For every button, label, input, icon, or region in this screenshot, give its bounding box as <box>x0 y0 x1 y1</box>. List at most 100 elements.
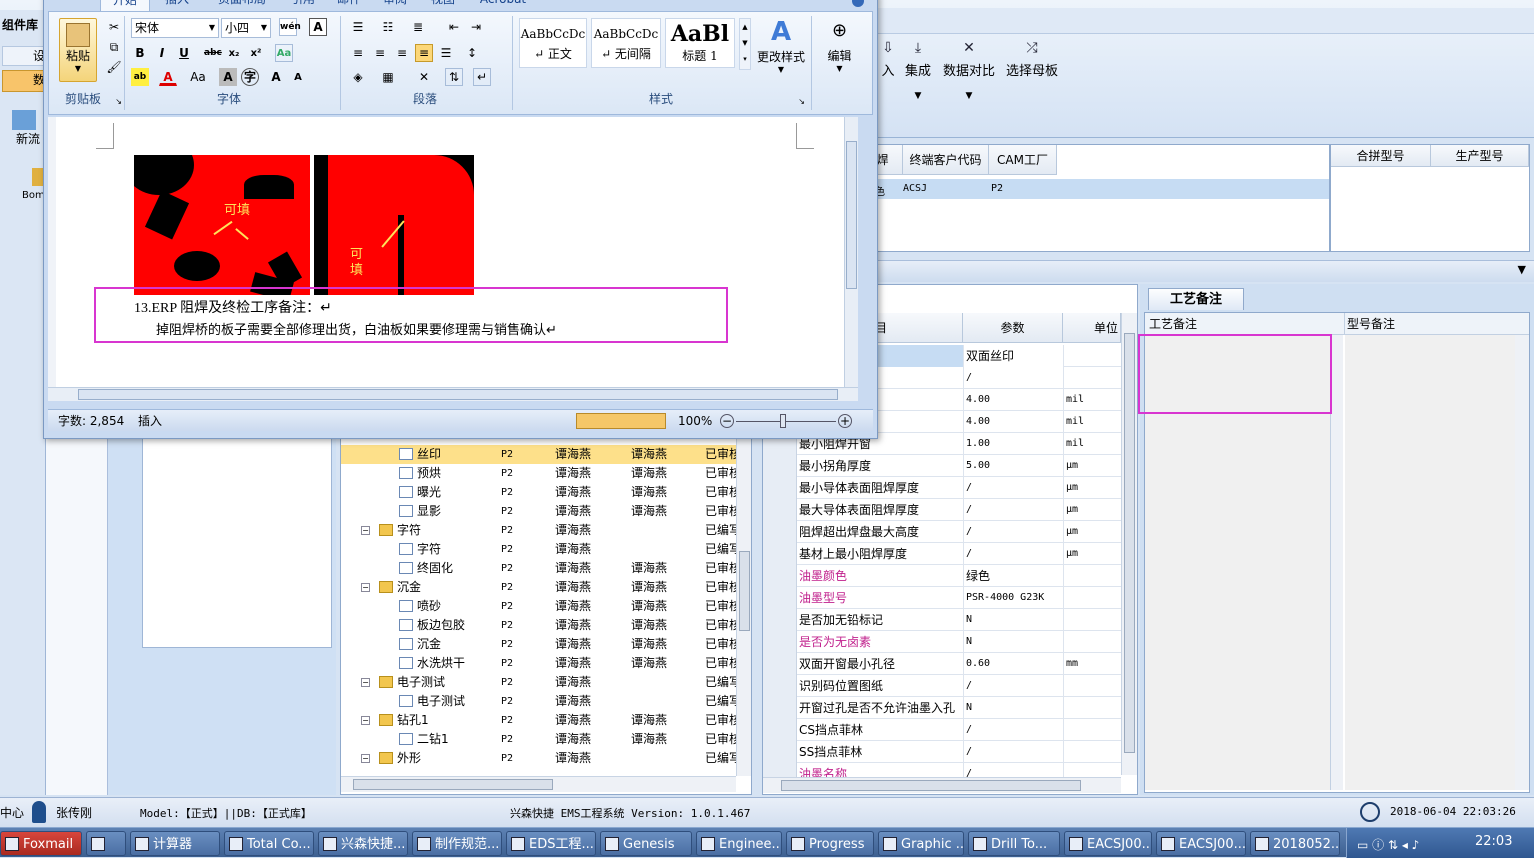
grid-row[interactable]: 色 ACSJ P2 <box>863 179 1329 199</box>
dialog-launcher-icon[interactable]: ↘ <box>798 97 805 106</box>
prop-row[interactable]: 基材上最小阻焊厚度 / μm <box>763 543 1121 565</box>
collapse-toggle-icon[interactable]: − <box>361 716 370 725</box>
increase-indent-icon[interactable]: ⇥ <box>467 18 485 36</box>
select-board-button[interactable]: ⤮ 选择母板 <box>1004 40 1060 79</box>
taskbar-item[interactable]: Genesis <box>600 831 692 856</box>
tab-0[interactable]: 开始 <box>100 0 150 11</box>
underline-icon[interactable]: U <box>175 44 193 62</box>
dialog-launcher-icon[interactable]: ↘ <box>115 97 122 106</box>
prop-value[interactable]: / <box>963 521 1063 543</box>
tree-row[interactable]: 字符 P2 谭海燕 已编写 <box>341 540 741 559</box>
shrink-font-icon[interactable]: A <box>289 68 307 86</box>
taskbar-item[interactable]: Drill To... <box>968 831 1060 856</box>
tree-row[interactable]: 丝印 P2 谭海燕 谭海燕 已审核 <box>341 445 741 464</box>
taskbar-item[interactable]: 兴森快捷... <box>318 831 408 856</box>
zoom-out-icon[interactable]: − <box>720 414 734 428</box>
prop-value[interactable]: 5.00 <box>963 455 1063 477</box>
prop-row[interactable]: 是否为无卤素 N <box>763 631 1121 653</box>
strikethrough-icon[interactable]: abc <box>203 44 222 62</box>
view-buttons[interactable] <box>576 413 666 429</box>
show-marks-icon[interactable]: ↵ <box>473 68 491 86</box>
taskbar-item[interactable]: 计算器 <box>130 831 220 856</box>
font-color-icon[interactable]: A <box>159 68 177 86</box>
prop-row[interactable]: 识别码位置图纸 / <box>763 675 1121 697</box>
notes-scrollbar[interactable] <box>1331 335 1343 790</box>
taskbar-item[interactable]: Graphic ... <box>878 831 964 856</box>
tab-5[interactable]: 审阅 <box>372 0 418 11</box>
phonetic-icon[interactable]: wén <box>279 18 301 36</box>
collapse-toggle-icon[interactable]: − <box>361 678 370 687</box>
prop-value[interactable]: / <box>963 719 1063 741</box>
prop-value[interactable]: 双面丝印 <box>963 345 1063 367</box>
tree-row[interactable]: − 外形 P2 谭海燕 已编写 <box>341 749 741 768</box>
cut-icon[interactable]: ✂ <box>105 18 123 36</box>
taskbar-clock[interactable]: 22:03 <box>1475 834 1512 849</box>
prop-value[interactable]: 绿色 <box>963 565 1063 587</box>
bullets-icon[interactable]: ☰ <box>349 18 367 36</box>
styles-scroll[interactable]: ▲ ▼ ▾ <box>739 18 751 70</box>
char-shading-icon[interactable]: A <box>219 68 237 86</box>
collapse-toggle-icon[interactable]: − <box>361 754 370 763</box>
prop-row[interactable]: 双面开窗最小孔径 0.60 mm <box>763 653 1121 675</box>
help-icon[interactable] <box>852 0 864 7</box>
prop-row[interactable]: 最小拐角厚度 5.00 μm <box>763 455 1121 477</box>
taskbar-item[interactable]: 制作规范... <box>412 831 502 856</box>
grow-font-icon[interactable]: A <box>267 68 285 86</box>
prop-hscrollbar[interactable] <box>763 777 1121 793</box>
prop-row[interactable]: 开窗过孔是否不允许油墨入孔 N <box>763 697 1121 719</box>
taskbar-item[interactable]: 2018052... <box>1250 831 1340 856</box>
bold-icon[interactable]: B <box>131 44 149 62</box>
zoom-thumb[interactable] <box>780 414 786 428</box>
prop-value[interactable]: / <box>963 741 1063 763</box>
tree-row[interactable]: 二钻1 P2 谭海燕 谭海燕 已审核 <box>341 730 741 749</box>
tree-row[interactable]: − 钻孔1 P2 谭海燕 谭海燕 已审核 <box>341 711 741 730</box>
editing-group[interactable]: ⊕ 编辑 ▼ <box>811 16 867 110</box>
prop-value[interactable]: 0.60 <box>963 653 1063 675</box>
taskbar-item[interactable]: Progress <box>786 831 874 856</box>
prop-value[interactable]: 4.00 <box>963 389 1063 411</box>
prop-value[interactable]: 1.00 <box>963 433 1063 455</box>
distribute-icon[interactable]: ☰ <box>437 44 455 62</box>
tab-2[interactable]: 页面布局 <box>204 0 280 11</box>
new-flow-icon[interactable] <box>12 110 36 130</box>
tree-row[interactable]: 水洗烘干 P2 谭海燕 谭海燕 已审核 <box>341 654 741 673</box>
clear-format-icon[interactable]: Aa <box>275 44 293 62</box>
tree-row[interactable]: 预烘 P2 谭海燕 谭海燕 已审核 <box>341 464 741 483</box>
compare-button[interactable]: ✕ 数据对比 ▼ <box>938 40 1000 101</box>
prop-value[interactable]: / <box>963 367 1063 389</box>
superscript-icon[interactable]: x² <box>247 44 265 62</box>
prop-row[interactable]: 最小导体表面阻焊厚度 / μm <box>763 477 1121 499</box>
justify-icon[interactable]: ≡ <box>415 44 433 62</box>
notes-scrollbar-2[interactable] <box>1515 335 1529 790</box>
format-painter-icon[interactable]: 🖌 <box>105 58 123 76</box>
change-styles-button[interactable]: A 更改样式 ▼ <box>755 16 807 86</box>
tree-row[interactable]: 电子测试 P2 谭海燕 已编写 <box>341 692 741 711</box>
zoom-in-icon[interactable]: + <box>838 414 852 428</box>
word-window[interactable]: 开始插入页面布局引用邮件审阅视图Acrobat 粘贴 ▼ ✂ ⧉ 🖌 剪贴板 ↘… <box>43 0 878 439</box>
tree-row[interactable]: 曝光 P2 谭海燕 谭海燕 已审核 <box>341 483 741 502</box>
prop-value[interactable]: N <box>963 631 1063 653</box>
insert-mode[interactable]: 插入 <box>138 410 162 432</box>
asian-layout-icon[interactable]: ✕ <box>415 68 433 86</box>
tab-process-notes[interactable]: 工艺备注 <box>1148 288 1244 310</box>
zoom-level[interactable]: 100% <box>678 410 712 432</box>
style-heading-1[interactable]: AaBl 标题 1 <box>665 18 735 68</box>
prop-value[interactable]: / <box>963 477 1063 499</box>
prop-value[interactable]: / <box>963 543 1063 565</box>
tab-7[interactable]: Acrobat <box>468 0 538 11</box>
taskbar-item[interactable]: EACSJ00... <box>1156 831 1246 856</box>
tree-hscrollbar[interactable] <box>341 776 736 792</box>
zoom-slider[interactable] <box>736 421 836 422</box>
tab-3[interactable]: 引用 <box>280 0 326 11</box>
prop-scrollbar[interactable] <box>1121 313 1137 775</box>
style-no-spacing[interactable]: AaBbCcDc ↵ 无间隔 <box>591 18 661 68</box>
prop-value[interactable]: N <box>963 609 1063 631</box>
tree-row[interactable]: 沉金 P2 谭海燕 谭海燕 已审核 <box>341 635 741 654</box>
prop-value[interactable]: 4.00 <box>963 411 1063 433</box>
taskbar-item[interactable]: EDS工程... <box>506 831 596 856</box>
chevron-down-icon[interactable]: ▼ <box>1518 263 1526 276</box>
prop-row[interactable]: 最大导体表面阻焊厚度 / μm <box>763 499 1121 521</box>
subscript-icon[interactable]: x₂ <box>225 44 243 62</box>
taskbar-item[interactable]: Total Co... <box>224 831 314 856</box>
tab-6[interactable]: 视图 <box>418 0 468 11</box>
